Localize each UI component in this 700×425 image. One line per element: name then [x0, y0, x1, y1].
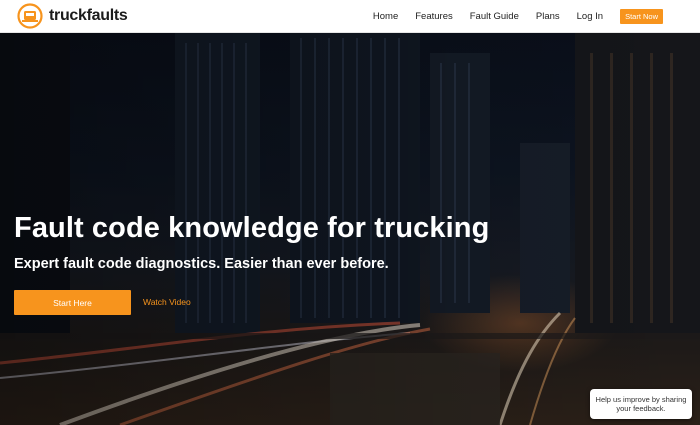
hero-section: Fault code knowledge for trucking Expert…: [0, 33, 700, 425]
brand-name: truckfaults: [49, 7, 128, 25]
nav-log-in[interactable]: Log In: [577, 11, 603, 22]
nav-home[interactable]: Home: [373, 11, 398, 22]
brand-name-suffix: faults: [86, 7, 128, 24]
hero-headline: Fault code knowledge for trucking: [14, 212, 490, 244]
start-here-button[interactable]: Start Here: [14, 290, 131, 315]
top-navbar: truckfaults Home Features Fault Guide Pl…: [0, 0, 700, 33]
start-now-button[interactable]: Start Now: [620, 8, 663, 24]
nav-features[interactable]: Features: [415, 11, 453, 22]
nav-fault-guide[interactable]: Fault Guide: [470, 11, 519, 22]
brand-name-prefix: truck: [49, 7, 87, 24]
main-nav: Home Features Fault Guide Plans Log In S…: [373, 0, 663, 33]
brand-logo[interactable]: truckfaults: [15, 0, 128, 33]
feedback-widget[interactable]: Help us improve by sharing your feedback…: [590, 389, 692, 419]
nav-plans[interactable]: Plans: [536, 11, 560, 22]
truck-badge-icon: [15, 3, 45, 29]
watch-video-link[interactable]: Watch Video: [143, 297, 191, 307]
hero-subheadline: Expert fault code diagnostics. Easier th…: [14, 256, 389, 272]
